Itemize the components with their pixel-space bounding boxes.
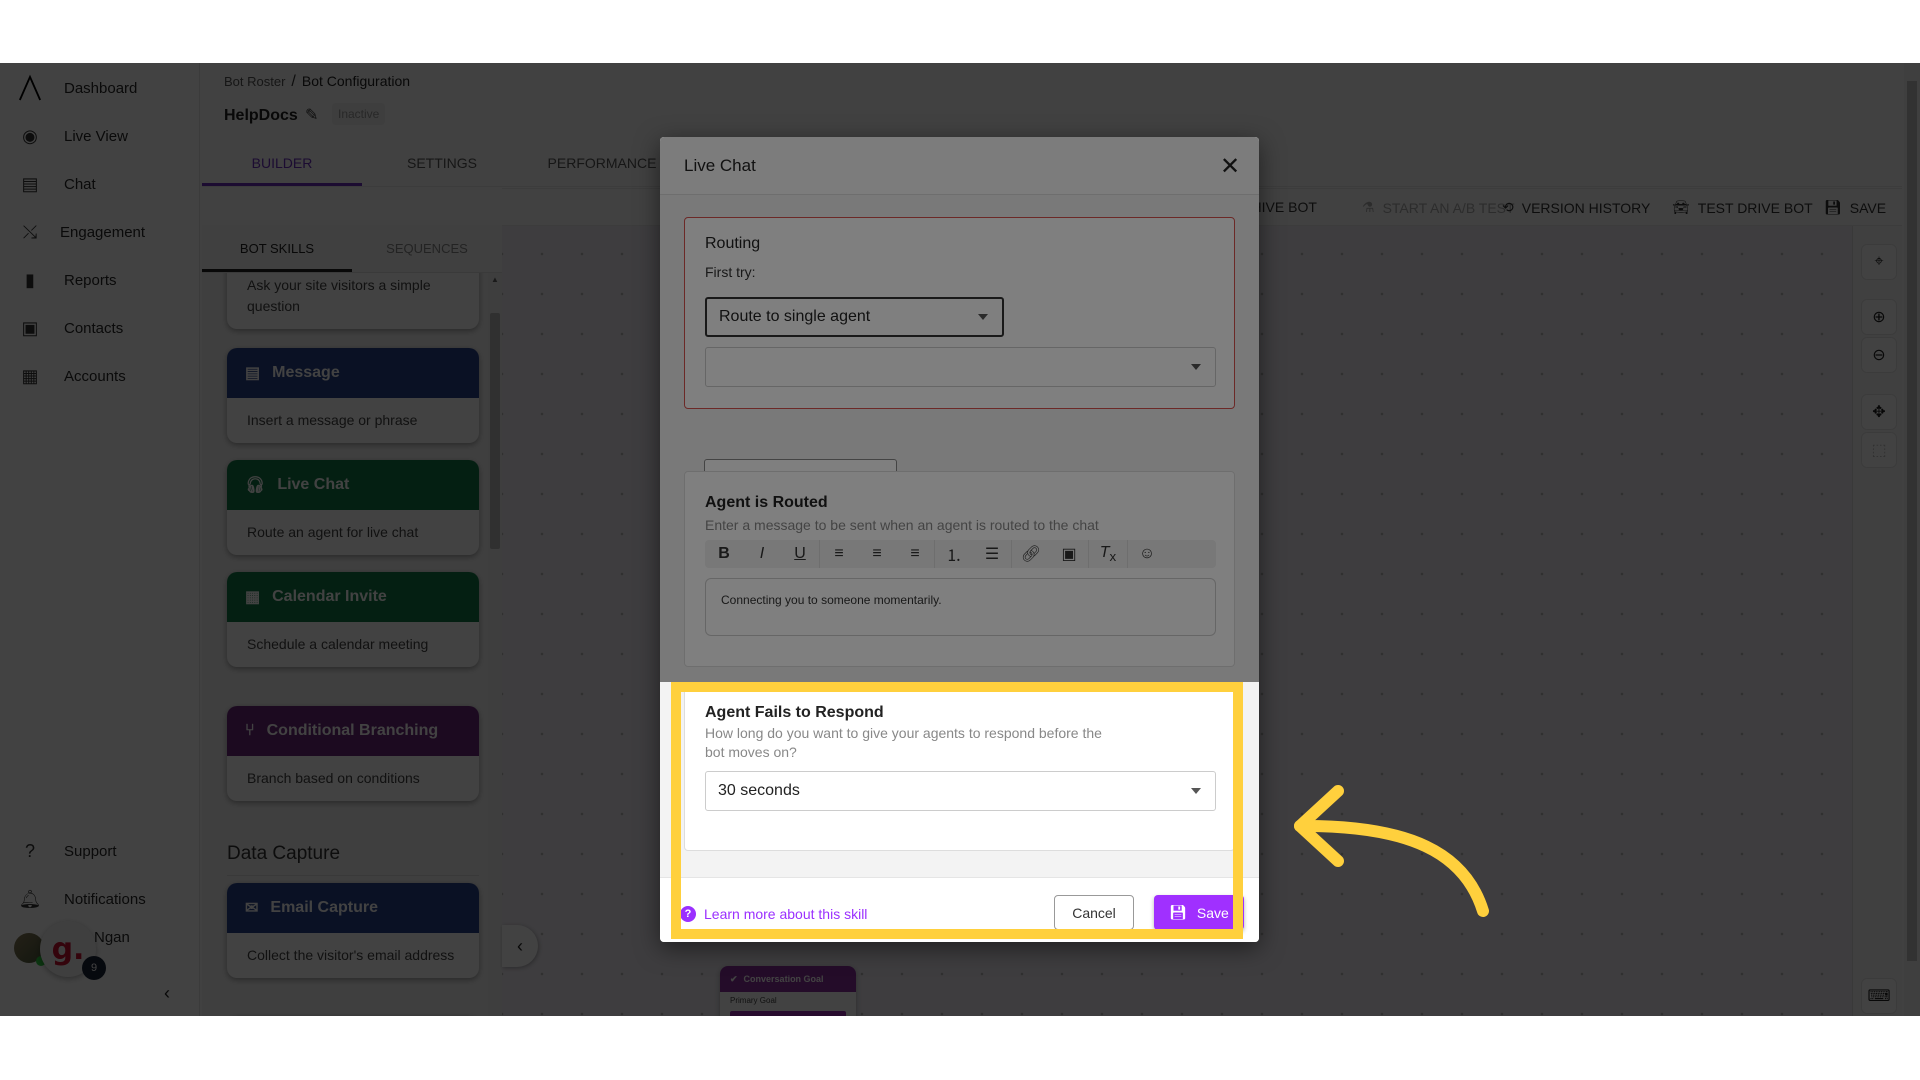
response-timeout-select[interactable]: 30 seconds (705, 771, 1216, 811)
modal-title: Live Chat (684, 156, 756, 175)
chevron-down-icon (978, 314, 988, 320)
chevron-down-icon (1191, 788, 1201, 794)
save-button[interactable]: 💾︎ Save (1154, 895, 1244, 930)
agent-routed-message-editor[interactable]: Connecting you to someone momentarily. (705, 578, 1216, 636)
modal-footer: ? Learn more about this skill Cancel 💾︎ Sa… (660, 877, 1259, 942)
align-center-icon[interactable]: ≡ (858, 545, 896, 563)
live-chat-modal: Live Chat ✕ Routing First try: Route to … (660, 137, 1259, 942)
align-right-icon[interactable]: ≡ (896, 545, 934, 563)
save-label: Save (1196, 904, 1229, 921)
emoji-icon[interactable]: ☺ (1128, 545, 1166, 563)
agent-fails-title: Agent Fails to Respond (705, 704, 884, 721)
routing-type-value: Route to single agent (719, 308, 871, 325)
agent-routed-message: Connecting you to someone momentarily. (721, 593, 942, 607)
link-icon[interactable]: 🔗︎ (1012, 544, 1050, 564)
cancel-label: Cancel (1072, 904, 1116, 921)
routing-type-select[interactable]: Route to single agent (705, 297, 1004, 337)
learn-more-link[interactable]: ? Learn more about this skill (680, 906, 867, 922)
agent-routed-title: Agent is Routed (705, 494, 828, 511)
bullet-list-icon[interactable]: ☰ (973, 544, 1011, 564)
rich-text-toolbar: B I U ≡ ≡ ≡ ⒈ ☰ 🔗︎ ▣ Tx ☺ (705, 540, 1216, 568)
ordered-list-icon[interactable]: ⒈ (935, 542, 973, 566)
agent-routed-help: Enter a message to be sent when an agent… (705, 517, 1099, 533)
routing-section: Routing First try: Route to single agent (684, 217, 1235, 409)
floppy-icon: 💾︎ (1169, 904, 1187, 920)
modal-header: Live Chat ✕ (660, 137, 1259, 195)
agent-select[interactable] (705, 347, 1216, 387)
agent-fails-help: How long do you want to give your agents… (705, 725, 1102, 760)
align-left-icon[interactable]: ≡ (820, 545, 858, 563)
underline-icon[interactable]: U (781, 545, 819, 563)
italic-icon[interactable]: I (743, 545, 781, 563)
first-try-label: First try: (705, 264, 756, 280)
bold-icon[interactable]: B (705, 545, 743, 563)
chevron-down-icon (1191, 364, 1201, 370)
cancel-button[interactable]: Cancel (1054, 895, 1134, 930)
agent-fails-section: Agent Fails to Respond How long do you w… (684, 687, 1235, 851)
routing-title: Routing (705, 235, 761, 252)
agent-routed-section: Agent is Routed Enter a message to be se… (684, 471, 1235, 667)
question-icon: ? (680, 906, 696, 922)
image-icon[interactable]: ▣ (1050, 544, 1088, 564)
app-frame: Dashboard ◉ Live View ▤ Chat ⤯ Engagemen… (0, 63, 1920, 1016)
learn-more-label: Learn more about this skill (704, 906, 868, 922)
response-timeout-value: 30 seconds (718, 782, 800, 799)
clear-format-icon[interactable]: Tx (1089, 544, 1127, 564)
close-icon[interactable]: ✕ (1215, 151, 1245, 181)
